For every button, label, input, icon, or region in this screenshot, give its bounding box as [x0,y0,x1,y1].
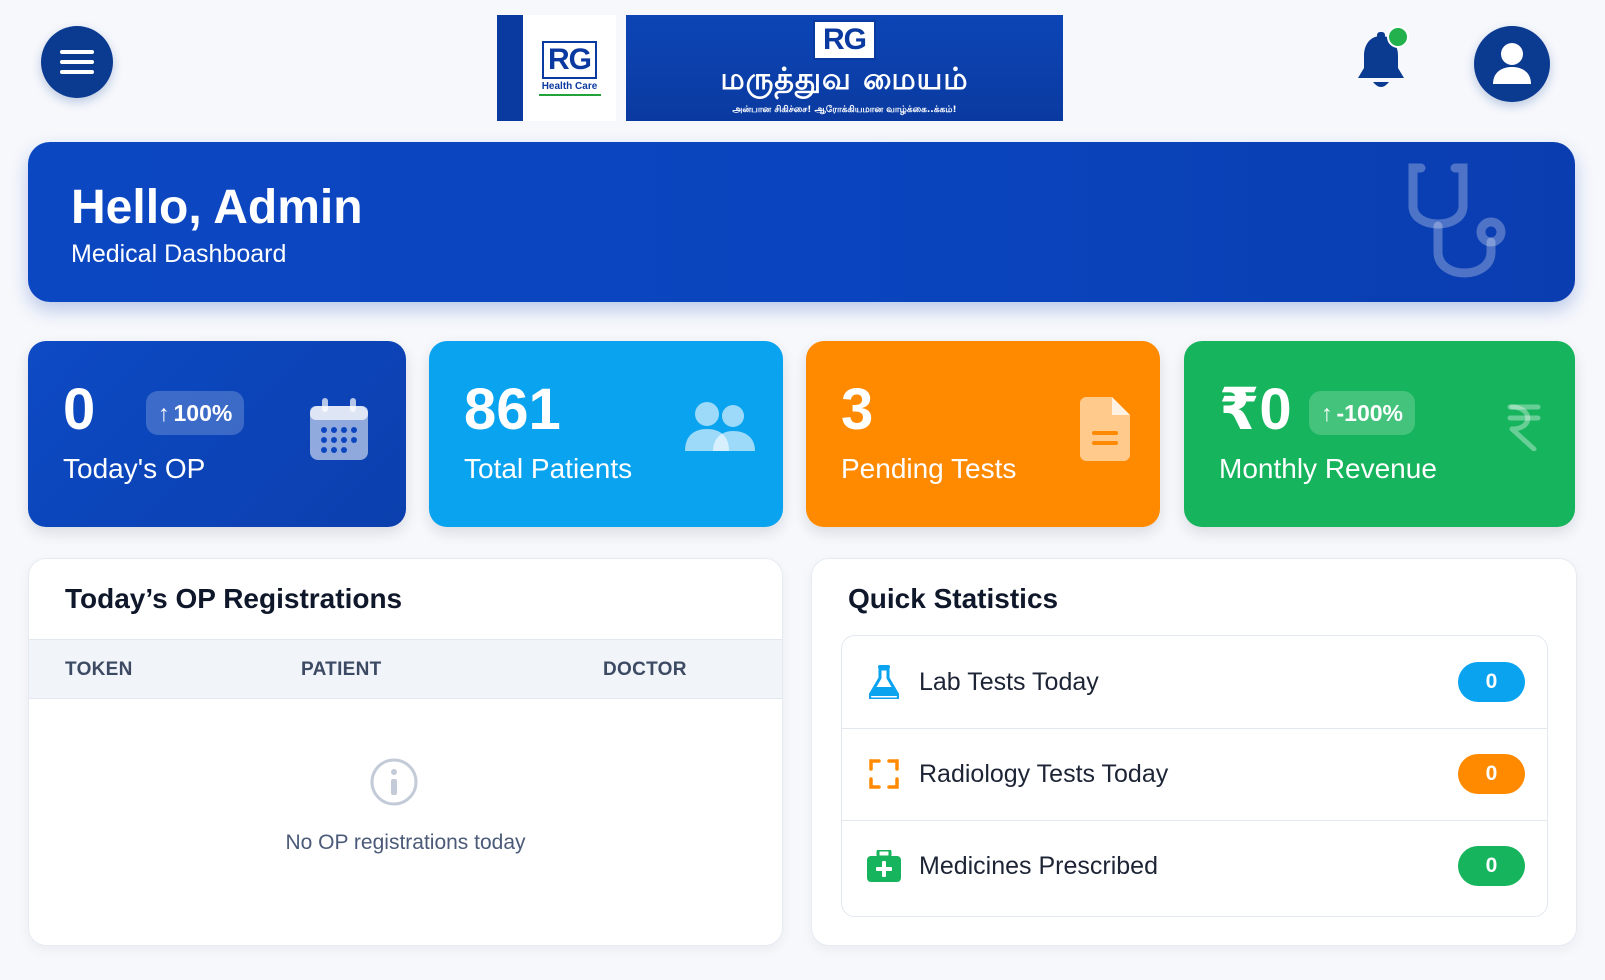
menu-button[interactable] [41,26,113,98]
user-icon [1493,43,1531,84]
table-header: TOKEN PATIENT DOCTOR [29,639,782,699]
trend-badge: ↑ -100% [1309,391,1415,435]
stat-label: Pending Tests [841,453,1017,484]
quick-stats-list: Lab Tests Today 0 Radiology Tests Today … [841,635,1548,917]
trend-arrow-icon: ↑ [1321,399,1333,426]
quick-statistics-panel: Quick Statistics Lab Tests Today 0 Radio… [811,558,1577,946]
count-badge: 0 [1458,846,1525,886]
stat-card-pending-tests[interactable]: 3 Pending Tests [806,341,1160,527]
flask-icon [864,662,904,702]
stat-label: Today's OP [63,453,206,484]
column-header-doctor[interactable]: DOCTOR [603,659,687,681]
panel-title: Quick Statistics [848,583,1059,614]
rupee-icon [1507,404,1541,451]
stat-card-monthly-revenue[interactable]: ₹0 ↑ -100% Monthly Revenue [1184,341,1575,527]
empty-state-message: No OP registrations today [285,831,526,854]
logo-mark-text: RG [542,40,597,79]
stat-value: 3 [841,377,874,442]
trend-value: -100% [1336,399,1403,426]
banner-tamil-title: மருத்துவ மையம் [720,62,969,97]
logo-banner: RG மருத்துவ மையம் அன்பான சிகிச்சை! ஆரோக்… [626,15,1063,121]
list-item-radiology-tests[interactable]: Radiology Tests Today 0 [842,728,1547,821]
list-item-medicines-prescribed[interactable]: Medicines Prescribed 0 [842,820,1547,912]
column-header-token[interactable]: TOKEN [65,659,133,681]
banner-rg: RG [813,20,876,60]
calendar-icon [310,398,368,460]
panel-title: Today’s OP Registrations [65,583,403,614]
logo-mark: RG Health Care [523,15,616,121]
logo-mark-sub: Health Care [541,80,598,92]
notification-dot [1387,26,1409,48]
trend-badge: ↑ 100% [146,391,245,435]
count-badge: 0 [1458,754,1525,794]
medkit-icon [864,846,904,886]
dashboard-subtitle: Medical Dashboard [71,240,287,268]
stethoscope-icon [1408,163,1506,278]
stat-card-total-patients[interactable]: 861 Total Patients [429,341,783,527]
greeting-title: Hello, Admin [71,181,363,234]
stat-value: 0 [63,377,96,442]
stat-label: Lab Tests Today [919,667,1099,696]
hamburger-menu-icon [60,50,94,74]
profile-button[interactable] [1474,26,1550,102]
scan-icon [864,754,904,794]
stat-label: Radiology Tests Today [919,759,1169,788]
stat-value: ₹0 [1219,377,1292,442]
stat-label: Medicines Prescribed [919,851,1158,880]
banner-tagline: அன்பான சிகிச்சை! ஆரோக்கியமான வாழ்க்கை..க… [732,105,957,115]
stat-label: Monthly Revenue [1219,453,1437,484]
notification-button[interactable] [1355,26,1409,96]
brand-logo: RG Health Care RG மருத்துவ மையம் அன்பான … [497,15,1063,121]
column-header-patient[interactable]: PATIENT [301,659,382,681]
stat-card-todays-op[interactable]: 0 ↑ 100% Today's OP [28,341,406,527]
users-icon [685,402,755,451]
trend-arrow-icon: ↑ [158,399,170,426]
trend-value: 100% [173,399,233,426]
count-badge: 0 [1458,662,1525,702]
welcome-banner: Hello, Admin Medical Dashboard [28,142,1575,302]
logo-bar [497,15,523,121]
stat-value: 861 [464,377,561,442]
stat-label: Total Patients [464,453,633,484]
logo-underline [538,93,601,96]
op-registrations-panel: Today’s OP Registrations TOKEN PATIENT D… [28,558,783,946]
list-item-lab-tests[interactable]: Lab Tests Today 0 [842,636,1547,729]
info-circle-icon [370,758,418,806]
file-icon [1080,397,1130,461]
